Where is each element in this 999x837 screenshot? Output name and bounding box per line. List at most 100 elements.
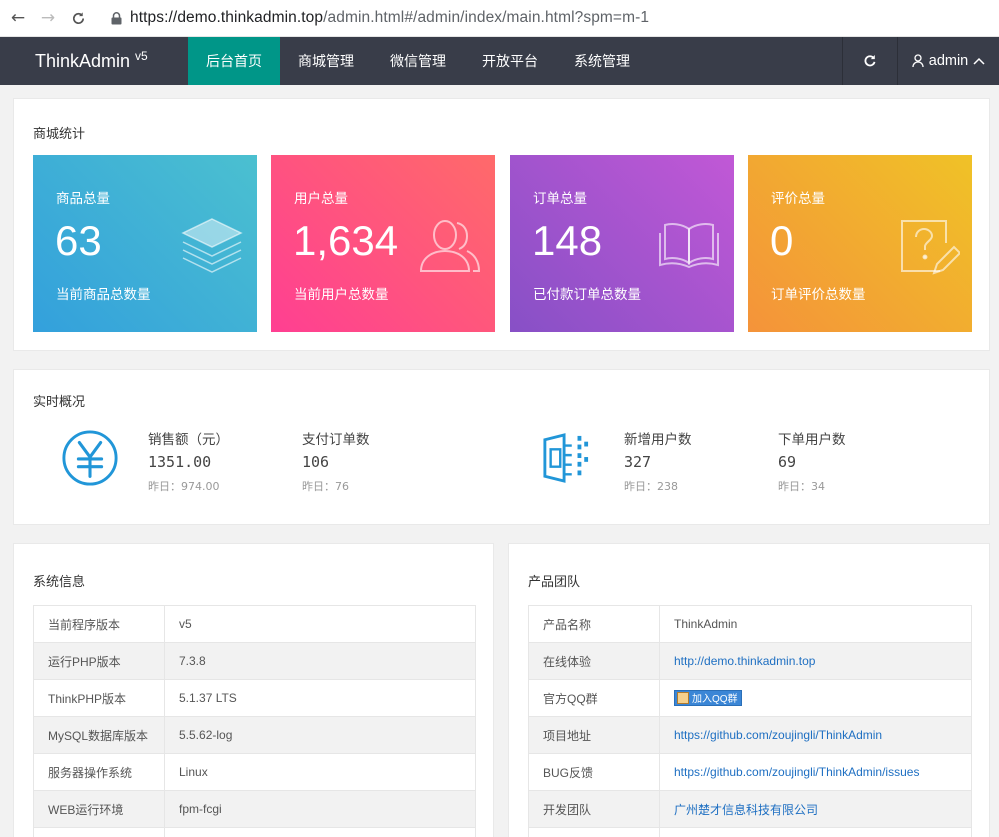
menu-label: 后台首页 [206,54,262,70]
table-row: MySQL数据库版本 5.5.62-log [33,716,476,754]
metric-value: 327 [624,453,652,471]
metric-label: 下单用户数 [778,432,846,448]
product-team-panel: 产品团队 产品名称 ThinkAdmin 在线体验 http://demo.thin… [508,543,990,837]
row-value: 5.5.62-log [164,716,476,754]
metric-ordering-users: 下单用户数 69 昨日：34 [778,428,846,494]
table-row: 开发团队 广州楚才信息科技有限公司 [528,790,972,828]
url-path: /admin.html#/admin/index/main.html?spm=m… [323,9,650,26]
row-key: BUG反馈 [528,753,660,791]
book-icon [659,223,719,269]
panel-title: 系统信息 [33,575,86,590]
back-button[interactable]: ← [6,6,30,30]
menu-item-system[interactable]: 系统管理 [556,37,648,85]
row-value: fpm-fcgi [164,790,476,828]
brand-logo[interactable]: ThinkAdmin v5 [0,48,188,72]
team-link[interactable]: 广州楚才信息科技有限公司 [674,803,818,817]
arrow-left-icon: ← [10,8,26,28]
menu-label: 开放平台 [482,54,538,70]
stat-card-users[interactable]: 用户总量 1,634 当前用户总数量 [271,155,495,332]
row-value: ThinkAdmin [659,605,972,643]
username: admin [928,53,969,69]
table-row: BUG反馈 https://github.com/zoujingli/ThinkA… [528,753,972,791]
table-row: WEB运行环境 fpm-fcgi [33,790,476,828]
row-key [33,827,165,837]
row-key: 运行PHP版本 [33,642,165,680]
row-key: 开发团队 [528,790,660,828]
table-row: 运行PHP版本 7.3.8 [33,642,476,680]
issues-link[interactable]: https://github.com/zoujingli/ThinkAdmin/… [674,765,919,779]
metric-value: 69 [778,453,797,471]
forward-button[interactable]: → [36,6,60,30]
card-subtitle: 已付款订单总数量 [533,287,641,303]
user-icon [912,54,924,68]
menu-item-open-platform[interactable]: 开放平台 [464,37,556,85]
table-row: 产品名称 ThinkAdmin [528,605,972,643]
chevron-up-icon [973,57,985,65]
metric-label: 销售额（元） [148,432,229,448]
brand-version: v5 [135,48,148,63]
menu-label: 微信管理 [390,54,446,70]
yuan-icon [62,430,118,486]
address-bar[interactable]: https://demo.thinkadmin.top/admin.html#/… [130,9,649,27]
table-row: ThinkPHP版本 5.1.37 LTS [33,679,476,717]
refresh-button[interactable] [842,37,898,85]
row-value: v5 [164,605,476,643]
stat-card-orders[interactable]: 订单总量 148 已付款订单总数量 [510,155,734,332]
row-key: MySQL数据库版本 [33,716,165,754]
card-subtitle: 订单评价总数量 [771,287,866,303]
user-door-icon [543,433,589,483]
table-row [33,827,476,837]
row-key: 项目地址 [528,716,660,754]
product-team-table: 产品名称 ThinkAdmin 在线体验 http://demo.thinkadmi… [528,605,972,837]
menu-item-wechat[interactable]: 微信管理 [372,37,464,85]
menu-label: 系统管理 [574,54,630,70]
brand-name: ThinkAdmin [35,50,131,71]
lock-icon[interactable] [108,10,124,26]
qq-button-label: 加入QQ群 [692,694,738,705]
card-label: 订单总量 [533,191,587,207]
row-value: 7.3.8 [164,642,476,680]
row-key: 产品名称 [528,605,660,643]
question-edit-icon [901,220,960,275]
menu-label: 商城管理 [298,54,354,70]
card-value: 63 [55,217,102,264]
panel-title: 产品团队 [528,575,581,590]
demo-link[interactable]: http://demo.thinkadmin.top [674,654,815,668]
card-label: 评价总量 [771,191,825,207]
reload-button[interactable] [66,6,90,30]
row-value: 5.1.37 LTS [164,679,476,717]
url-host: https://demo.thinkadmin.top [130,9,324,26]
card-value: 148 [532,217,603,264]
card-label: 商品总量 [56,191,110,207]
menu-item-home[interactable]: 后台首页 [188,37,280,85]
row-key: ThinkPHP版本 [33,679,165,717]
users-icon [419,220,481,272]
panel-title: 实时概况 [33,395,86,410]
metric-paid-orders: 支付订单数 106 昨日：76 [302,428,370,494]
system-info-table: 当前程序版本 v5 运行PHP版本 7.3.8 ThinkPHP版本 5.1.37 L… [33,605,476,837]
row-value: Linux [164,753,476,791]
table-row: 官方QQ群 加入QQ群 [528,679,972,717]
table-row: 当前程序版本 v5 [33,605,476,643]
stat-card-products[interactable]: 商品总量 63 当前商品总数量 [33,155,257,332]
metric-new-users: 新增用户数 327 昨日：238 [624,428,692,494]
table-row: 在线体验 http://demo.thinkadmin.top [528,642,972,680]
panel-title: 商城统计 [33,127,86,142]
card-subtitle: 当前用户总数量 [294,287,389,303]
qq-avatar-icon [677,691,689,704]
system-info-panel: 系统信息 当前程序版本 v5 运行PHP版本 7.3.8 ThinkPHP版本 5.1… [13,543,494,837]
metric-yesterday: 昨日：974.00 [148,480,220,493]
metric-value: 1351.00 [148,453,212,471]
card-label: 用户总量 [294,191,348,207]
join-qq-group-button[interactable]: 加入QQ群 [674,689,742,706]
menu-item-mall[interactable]: 商城管理 [280,37,372,85]
stats-panel: 商城统计 商品总量 63 当前商品总数量 用户总量 1,634 当前用户总数量 [13,98,990,351]
row-key: 官方QQ群 [528,679,660,717]
user-menu[interactable]: admin [898,37,999,85]
project-link[interactable]: https://github.com/zoujingli/ThinkAdmin [674,728,882,742]
row-key [528,827,660,837]
stat-card-reviews[interactable]: 评价总量 0 订单评价总数量 [748,155,972,332]
row-key: 当前程序版本 [33,605,165,643]
metric-yesterday: 昨日：34 [778,480,825,493]
browser-toolbar: ← → https://demo.thinkadmin.top/admin.ht… [0,0,999,37]
